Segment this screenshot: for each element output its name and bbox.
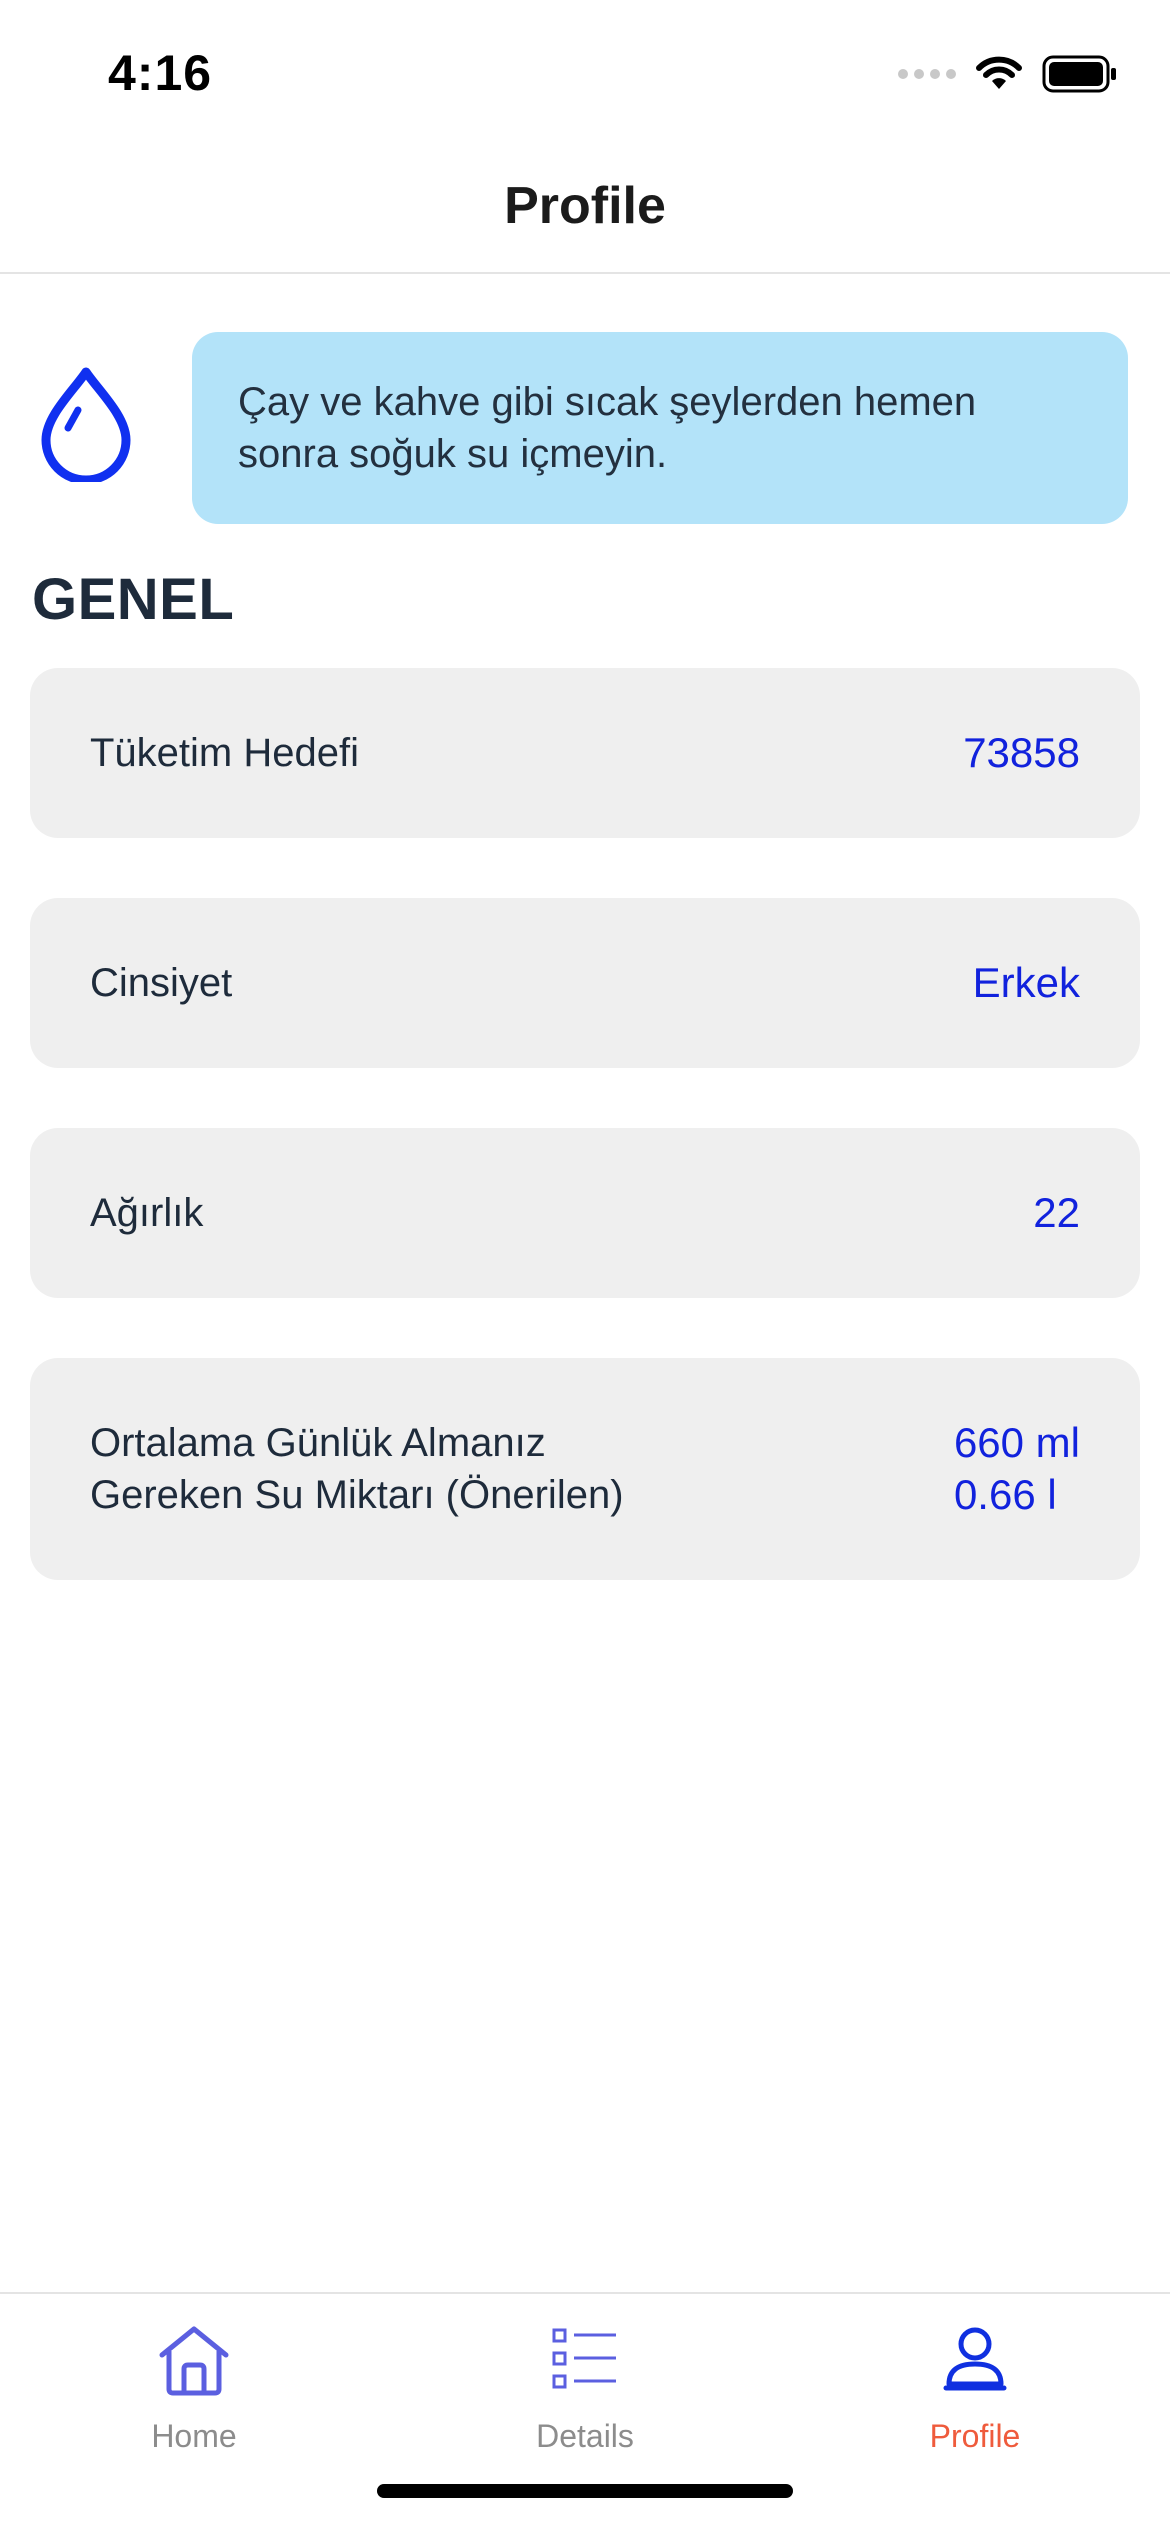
tip-bubble: Çay ve kahve gibi sıcak şeylerden hemen … <box>192 332 1128 524</box>
tip-banner: Çay ve kahve gibi sıcak şeylerden hemen … <box>0 332 1170 524</box>
row-label: Ortalama Günlük Almanız Gereken Su Mikta… <box>90 1417 624 1521</box>
status-time: 4:16 <box>108 45 213 101</box>
recommended-water-row[interactable]: Ortalama Günlük Almanız Gereken Su Mikta… <box>30 1358 1140 1580</box>
status-bar: 4:16 <box>0 0 1170 140</box>
tip-text: Çay ve kahve gibi sıcak şeylerden hemen … <box>238 380 977 476</box>
page-title: Profile <box>504 177 666 235</box>
tab-label: Profile <box>929 2418 1021 2454</box>
wifi-icon <box>976 56 1022 89</box>
battery-icon <box>1042 55 1116 93</box>
section-title: GENEL <box>32 567 235 632</box>
tab-profile[interactable]: Profile <box>855 2314 1095 2455</box>
weight-row[interactable]: Ağırlık 22 <box>30 1128 1140 1298</box>
row-value: 73858 <box>963 729 1080 776</box>
row-label-line2: Gereken Su Miktarı (Önerilen) <box>90 1473 624 1517</box>
house-icon <box>149 2314 239 2404</box>
row-value-ml: 660 ml <box>953 1419 1080 1466</box>
tab-label: Details <box>536 2418 634 2454</box>
row-label: Cinsiyet <box>90 961 233 1005</box>
status-icons <box>898 52 1118 96</box>
list-icon <box>540 2314 630 2404</box>
tab-home[interactable]: Home <box>74 2314 314 2455</box>
consumption-goal-row[interactable]: Tüketim Hedefi 73858 <box>30 668 1140 838</box>
row-value-l: 0.66 l <box>953 1471 1057 1518</box>
row-label: Ağırlık <box>90 1191 204 1235</box>
cellular-signal-icon <box>898 69 956 79</box>
row-label: Tüketim Hedefi <box>90 731 359 775</box>
row-value: Erkek <box>972 959 1080 1006</box>
tab-label: Home <box>151 2418 237 2454</box>
water-drop-icon <box>41 367 131 482</box>
person-icon <box>930 2314 1020 2404</box>
row-label-line1: Ortalama Günlük Almanız <box>90 1421 546 1465</box>
home-indicator[interactable] <box>377 2484 793 2498</box>
row-value: 660 ml 0.66 l <box>954 1417 1080 1521</box>
tab-details[interactable]: Details <box>465 2314 705 2455</box>
gender-row[interactable]: Cinsiyet Erkek <box>30 898 1140 1068</box>
navigation-bar: Profile <box>0 140 1170 274</box>
row-value: 22 <box>1033 1189 1080 1236</box>
